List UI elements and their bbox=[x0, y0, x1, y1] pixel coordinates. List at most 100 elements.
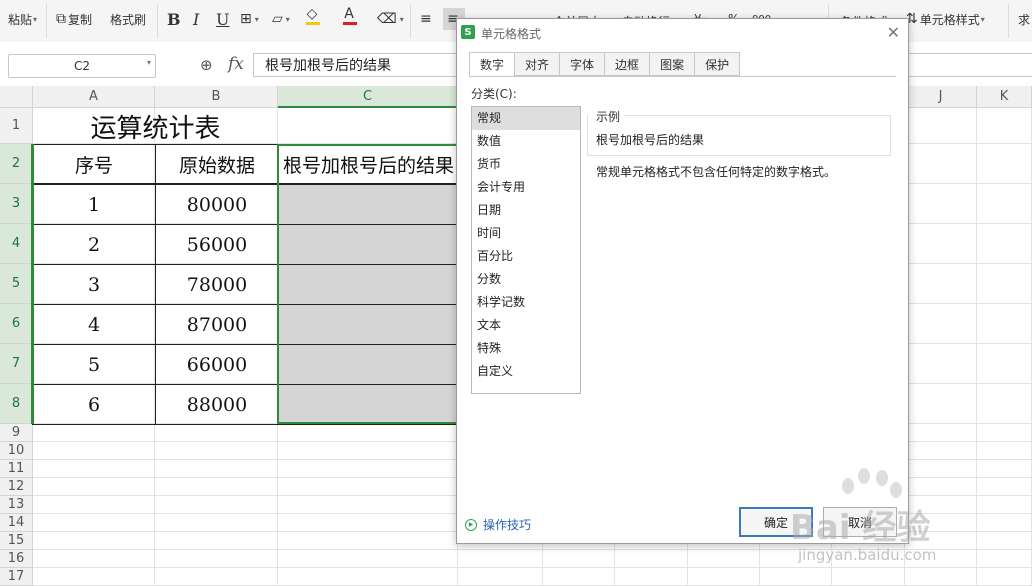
tips-label: 操作技巧 bbox=[483, 518, 532, 532]
index-cell[interactable]: 5 bbox=[32, 344, 156, 385]
tab-number[interactable]: 数字 bbox=[469, 52, 516, 77]
row-header-6[interactable]: 6 bbox=[0, 304, 33, 344]
row-header-11[interactable]: 11 bbox=[0, 460, 33, 478]
bold-button[interactable]: B bbox=[167, 8, 181, 30]
raw-data-cell[interactable]: 88000 bbox=[155, 384, 279, 425]
select-all-corner[interactable] bbox=[0, 86, 33, 108]
baidu-watermark: Bai 经验 jingyan.baidu.com bbox=[790, 468, 1000, 580]
category-item[interactable]: 常规 bbox=[472, 107, 580, 130]
category-item[interactable]: 货币 bbox=[472, 153, 580, 176]
category-item[interactable]: 文本 bbox=[472, 314, 580, 337]
copy-button[interactable]: ⧉ 复制 bbox=[56, 8, 92, 30]
row-header-15[interactable]: 15 bbox=[0, 532, 33, 550]
index-cell[interactable]: 3 bbox=[32, 264, 156, 305]
tab-alignment[interactable]: 对齐 bbox=[515, 52, 561, 76]
category-item[interactable]: 百分比 bbox=[472, 245, 580, 268]
eraser-icon: ⌫ bbox=[377, 11, 397, 27]
sample-text: 根号加根号后的结果 bbox=[596, 133, 705, 147]
column-header-b[interactable]: B bbox=[155, 86, 278, 108]
result-cell[interactable] bbox=[278, 344, 458, 385]
zoom-icon[interactable]: ⊕ bbox=[200, 56, 213, 74]
row-header-4[interactable]: 4 bbox=[0, 224, 33, 264]
header-cell-index[interactable]: 序号 bbox=[32, 144, 156, 184]
close-icon[interactable]: ✕ bbox=[887, 23, 900, 42]
result-cell[interactable] bbox=[278, 384, 458, 425]
dialog-title-bar[interactable]: S 单元格格式 ✕ bbox=[457, 19, 908, 45]
category-list[interactable]: 常规 数值 货币 会计专用 日期 时间 百分比 分数 科学记数 文本 特殊 自定义 bbox=[471, 106, 581, 394]
row-header-13[interactable]: 13 bbox=[0, 496, 33, 514]
cell-style-button[interactable]: ▱ ▾ bbox=[272, 8, 290, 30]
sheet-title[interactable]: 运算统计表 bbox=[33, 108, 278, 144]
border-button[interactable]: ⊞ ▾ bbox=[240, 8, 259, 30]
font-color-icon: A bbox=[344, 6, 354, 22]
raw-data-cell[interactable]: 87000 bbox=[155, 304, 279, 345]
index-cell[interactable]: 6 bbox=[32, 384, 156, 425]
tab-protection[interactable]: 保护 bbox=[695, 52, 741, 76]
header-cell-result[interactable]: 根号加根号后的结果 bbox=[278, 144, 458, 184]
category-label: 分类(C): bbox=[471, 87, 517, 101]
result-cell[interactable] bbox=[278, 304, 458, 345]
chevron-down-icon: ▾ bbox=[146, 58, 151, 67]
column-header-c[interactable]: C bbox=[278, 86, 458, 108]
column-header-a[interactable]: A bbox=[33, 86, 155, 108]
category-item[interactable]: 会计专用 bbox=[472, 176, 580, 199]
row-header-9[interactable]: 9 bbox=[0, 424, 33, 442]
italic-button[interactable]: I bbox=[193, 8, 199, 30]
row-header-17[interactable]: 17 bbox=[0, 568, 33, 586]
paste-button[interactable]: 粘贴 ▾ bbox=[8, 8, 37, 30]
format-painter-button[interactable]: 格式刷 bbox=[110, 8, 146, 30]
raw-data-cell[interactable]: 56000 bbox=[155, 224, 279, 265]
align-left-button[interactable]: ≡ bbox=[420, 8, 434, 30]
category-item[interactable]: 日期 bbox=[472, 199, 580, 222]
result-cell[interactable] bbox=[278, 184, 458, 225]
tab-font[interactable]: 字体 bbox=[560, 52, 606, 76]
tab-pattern[interactable]: 图案 bbox=[650, 52, 696, 76]
row-header-14[interactable]: 14 bbox=[0, 514, 33, 532]
row-header-1[interactable]: 1 bbox=[0, 108, 33, 144]
fx-icon[interactable]: fx bbox=[228, 54, 244, 74]
column-header-j[interactable]: J bbox=[905, 86, 977, 108]
brush-icon: ▱ bbox=[272, 11, 283, 27]
row-header-5[interactable]: 5 bbox=[0, 264, 33, 304]
raw-data-cell[interactable]: 80000 bbox=[155, 184, 279, 225]
clear-button[interactable]: ⌫ ▾ bbox=[377, 8, 404, 30]
row-selection-marker bbox=[31, 144, 34, 424]
row-header-7[interactable]: 7 bbox=[0, 344, 33, 384]
result-cell[interactable] bbox=[278, 224, 458, 265]
category-item[interactable]: 科学记数 bbox=[472, 291, 580, 314]
index-cell[interactable]: 1 bbox=[32, 184, 156, 225]
name-box[interactable]: C2 ▾ bbox=[8, 54, 156, 78]
underline-button[interactable]: U bbox=[216, 8, 229, 30]
result-cell[interactable] bbox=[278, 264, 458, 305]
raw-data-cell[interactable]: 78000 bbox=[155, 264, 279, 305]
index-cell[interactable]: 4 bbox=[32, 304, 156, 345]
row-header-10[interactable]: 10 bbox=[0, 442, 33, 460]
sum-button[interactable]: 求 bbox=[1018, 8, 1030, 30]
category-item[interactable]: 自定义 bbox=[472, 360, 580, 383]
column-header-k[interactable]: K bbox=[977, 86, 1032, 108]
play-icon: ▶ bbox=[465, 518, 477, 531]
wps-logo-icon: S bbox=[461, 25, 475, 39]
category-item[interactable]: 分数 bbox=[472, 268, 580, 291]
category-item[interactable]: 时间 bbox=[472, 222, 580, 245]
cell-style-gallery-button[interactable]: ⇅ 单元格样式 ▾ bbox=[906, 8, 985, 30]
fill-color-button[interactable]: ◇ bbox=[306, 6, 320, 28]
sample-label: 示例 bbox=[596, 110, 621, 124]
row-header-8[interactable]: 8 bbox=[0, 384, 33, 424]
index-cell[interactable]: 2 bbox=[32, 224, 156, 265]
category-item[interactable]: 数值 bbox=[472, 130, 580, 153]
row-header-2[interactable]: 2 bbox=[0, 144, 33, 184]
header-cell-raw-data[interactable]: 原始数据 bbox=[155, 144, 279, 184]
font-color-button[interactable]: A bbox=[343, 6, 357, 28]
row-header-16[interactable]: 16 bbox=[0, 550, 33, 568]
tab-border[interactable]: 边框 bbox=[605, 52, 651, 76]
row-header-12[interactable]: 12 bbox=[0, 478, 33, 496]
category-item[interactable]: 特殊 bbox=[472, 337, 580, 360]
tips-link[interactable]: ▶ 操作技巧 bbox=[465, 516, 531, 533]
dialog-tabs: 数字 对齐 字体 边框 图案 保护 bbox=[469, 52, 741, 77]
row-header-3[interactable]: 3 bbox=[0, 184, 33, 224]
align-left-icon: ≡ bbox=[420, 11, 432, 27]
watermark-url: jingyan.baidu.com bbox=[798, 546, 937, 564]
fill-bucket-icon: ◇ bbox=[306, 6, 318, 22]
raw-data-cell[interactable]: 66000 bbox=[155, 344, 279, 385]
